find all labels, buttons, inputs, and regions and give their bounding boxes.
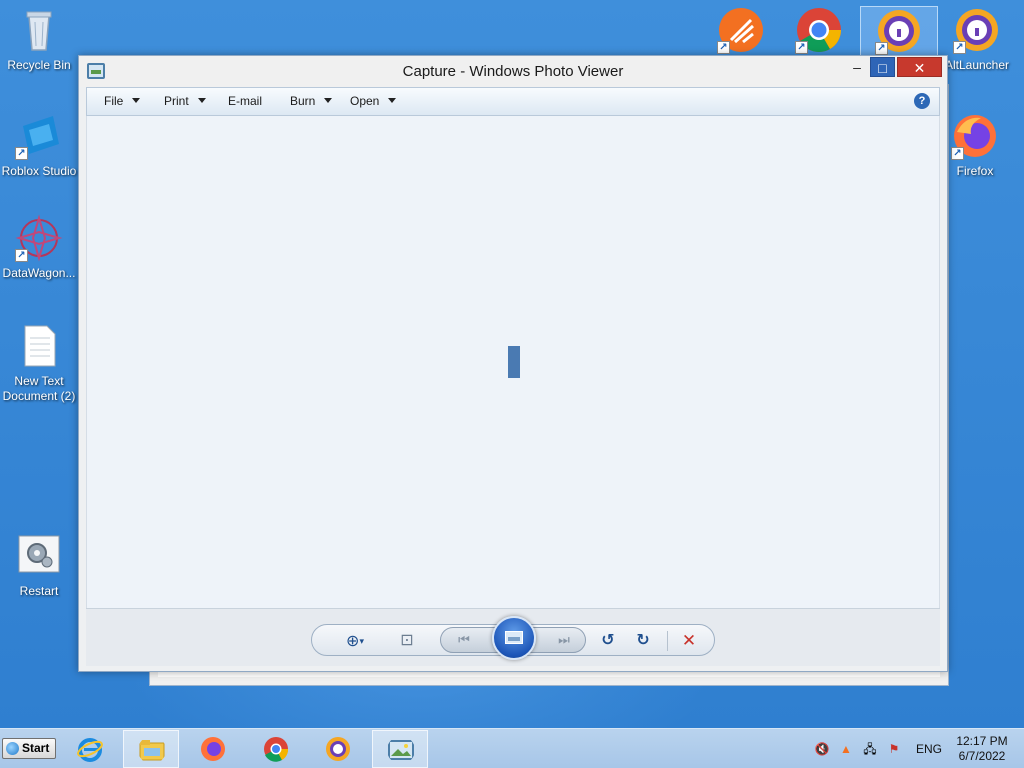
shortcut-arrow-icon: ↗ (15, 147, 28, 160)
taskbar-chrome[interactable] (248, 730, 304, 768)
restart-desktop-icon[interactable]: Restart (0, 532, 78, 599)
chevron-down-icon (132, 98, 141, 103)
title-bar[interactable]: Capture - Windows Photo Viewer – □ ✕ (79, 56, 947, 87)
bottom-toolbar: ⊕▾ ⊡ ⏮ ⏭ ↺ ↻ ✕ (86, 608, 940, 666)
avast-secure-browser-desktop-icon[interactable]: ↗ (860, 6, 938, 56)
roblox-studio-desktop-icon[interactable]: ↗ Roblox Studio (0, 112, 78, 179)
actual-size-button[interactable]: ⊡ (396, 631, 418, 651)
chevron-down-icon (197, 98, 206, 103)
menu-email[interactable]: E-mail (228, 94, 262, 108)
window-title: Capture - Windows Photo Viewer (402, 63, 624, 80)
menu-email-label: E-mail (228, 94, 263, 108)
rotate-counterclockwise-button[interactable]: ↺ (597, 631, 619, 651)
chevron-down-icon (324, 98, 333, 103)
desktop: Recycle Bin ↗ Roblox Studio ↗ DataWagon.… (0, 0, 1024, 728)
shortcut-arrow-icon: ↗ (953, 41, 966, 54)
internet-explorer-icon (77, 738, 103, 762)
chevron-down-icon (388, 98, 397, 103)
zoom-button[interactable]: ⊕▾ (338, 631, 372, 651)
datawagon-icon: ↗ (15, 214, 63, 262)
menu-print-label: Print (164, 94, 189, 108)
start-button[interactable]: Start (2, 738, 56, 759)
taskbar-photo-viewer[interactable] (372, 730, 428, 768)
action-center-flag-icon[interactable]: ⚑ (886, 741, 902, 757)
recycle-bin-desktop-icon[interactable]: Recycle Bin (0, 6, 78, 73)
menu-bar: File Print E-mail Burn Open ? (86, 87, 940, 116)
network-icon[interactable]: 🖧 (862, 741, 878, 757)
shortcut-arrow-icon: ↗ (717, 41, 730, 54)
avast-browser-icon (326, 737, 350, 761)
avast-browser-icon: ↗ (875, 7, 923, 55)
recycle-bin-icon (15, 6, 63, 54)
windows-orb-icon (6, 742, 19, 755)
menu-file-label: File (104, 94, 124, 108)
menu-burn[interactable]: Burn (290, 94, 333, 108)
maximize-button[interactable]: □ (870, 57, 895, 77)
image-canvas[interactable] (86, 116, 940, 608)
chrome-icon (264, 737, 289, 762)
new-text-document-desktop-icon[interactable]: New Text Document (2) (0, 322, 78, 404)
taskbar-avast-browser[interactable] (310, 730, 366, 768)
taskbar-firefox[interactable] (185, 730, 241, 768)
menu-file[interactable]: File (104, 94, 141, 108)
chevron-down-icon: ▾ (359, 636, 364, 646)
menu-open-label: Open (350, 94, 380, 108)
taskbar-file-explorer[interactable] (123, 730, 179, 768)
photo-viewer-icon (388, 740, 414, 760)
slideshow-button[interactable] (492, 616, 536, 660)
close-button[interactable]: ✕ (897, 57, 942, 77)
slideshow-icon (505, 631, 523, 644)
avast-tray-icon[interactable]: ▲ (838, 741, 854, 757)
desktop-icon-label: Restart (19, 584, 59, 598)
text-document-icon (15, 322, 63, 370)
shortcut-arrow-icon: ↗ (15, 249, 28, 262)
datawagon-desktop-icon[interactable]: ↗ DataWagon... (0, 214, 78, 281)
roblox-studio-icon: ↗ (15, 112, 63, 160)
chrome-icon: ↗ (795, 6, 843, 54)
desktop-icon-label: AltLauncher (944, 58, 1010, 72)
clock-time: 12:17 PM (956, 734, 1008, 748)
loading-indicator (508, 346, 520, 378)
desktop-icon-label: New Text Document (2) (2, 374, 76, 403)
toolbar-divider (667, 631, 668, 651)
gear-icon (15, 532, 63, 580)
clock-date: 6/7/2022 (958, 749, 1006, 763)
folder-icon (139, 740, 165, 761)
taskbar-internet-explorer[interactable] (62, 730, 118, 768)
photo-viewer-window: Capture - Windows Photo Viewer – □ ✕ Fil… (78, 55, 948, 672)
firefox-icon (201, 737, 225, 761)
menu-burn-label: Burn (290, 94, 316, 108)
altlauncher-desktop-icon[interactable]: ↗ AltLauncher (938, 6, 1016, 73)
taskbar: Start 🔇 ▲ 🖧 ⚑ ENG 12:17 PM 6/7/2022 (0, 728, 1024, 768)
zoom-icon: ⊕ (346, 633, 360, 650)
avast-icon: ↗ (717, 6, 765, 54)
shortcut-arrow-icon: ↗ (951, 147, 964, 160)
altlauncher-icon: ↗ (953, 6, 1001, 54)
delete-button[interactable]: ✕ (678, 631, 700, 651)
help-icon[interactable]: ? (914, 93, 930, 109)
avast-desktop-icon[interactable]: ↗ (702, 6, 780, 58)
desktop-icon-label: Recycle Bin (7, 58, 71, 72)
input-language-indicator[interactable]: ENG (916, 742, 942, 756)
menu-open[interactable]: Open (350, 94, 397, 108)
desktop-icon-label: Roblox Studio (1, 164, 77, 178)
shortcut-arrow-icon: ↗ (875, 42, 888, 55)
next-button[interactable]: ⏭ (549, 630, 579, 650)
firefox-icon: ↗ (951, 112, 999, 160)
volume-muted-icon[interactable]: 🔇 (814, 741, 830, 757)
system-clock[interactable]: 12:17 PM 6/7/2022 (952, 734, 1012, 764)
chrome-desktop-icon[interactable]: ↗ (780, 6, 858, 58)
playback-controls: ⊕▾ ⊡ ⏮ ⏭ ↺ ↻ ✕ (311, 616, 715, 660)
minimize-button[interactable]: – (846, 57, 868, 77)
desktop-icon-label: DataWagon... (2, 266, 76, 280)
rotate-clockwise-button[interactable]: ↻ (632, 631, 654, 651)
menu-print[interactable]: Print (164, 94, 206, 108)
previous-button[interactable]: ⏮ (449, 630, 479, 650)
start-label: Start (22, 741, 50, 755)
shortcut-arrow-icon: ↗ (795, 41, 808, 54)
